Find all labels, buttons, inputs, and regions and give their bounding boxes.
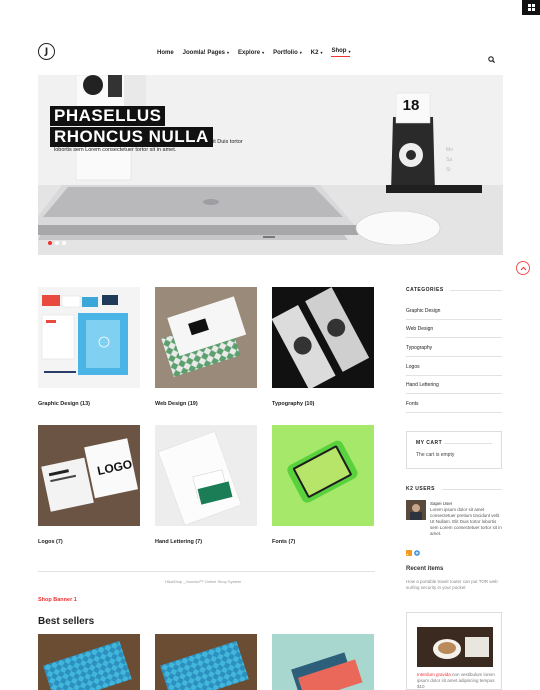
cart-status: The cart is empty xyxy=(416,452,455,458)
main-nav: Home Joomla! Pages ▾ Explore ▾ Portfolio ▾ … xyxy=(157,48,351,57)
sidebar-category-hand-lettering[interactable]: Hand Lettering xyxy=(406,382,439,388)
fonts-image xyxy=(272,425,374,526)
search-icon xyxy=(488,56,496,64)
sidebar-category-typography[interactable]: Typography xyxy=(406,345,432,351)
grid-menu-button[interactable] xyxy=(522,0,540,15)
best-sellers-heading: Best sellers xyxy=(38,616,95,627)
avatar[interactable] xyxy=(406,500,426,520)
logos-image: LOGO xyxy=(38,425,140,526)
product-thumb[interactable] xyxy=(272,634,374,690)
rss-icon[interactable] xyxy=(406,550,412,556)
category-label[interactable]: Hand Lettering (7) xyxy=(155,539,257,545)
nav-item-joomla-pages[interactable]: Joomla! Pages ▾ xyxy=(183,48,229,57)
cart-title: MY CART xyxy=(416,440,443,446)
product-thumb[interactable] xyxy=(38,634,140,690)
nav-item-k2[interactable]: K2 ▾ xyxy=(311,48,323,57)
chevron-up-icon xyxy=(520,266,526,270)
recent-item-link[interactable]: How a portable travel router can put TOR… xyxy=(406,579,502,591)
product-thumb[interactable] xyxy=(155,634,257,690)
cart-widget: MY CART The cart is empty xyxy=(406,431,502,469)
graphic-design-image xyxy=(38,287,140,388)
svg-text:Mo: Mo xyxy=(446,147,453,153)
hero-title-line2: RHONCUS NULLA xyxy=(50,127,213,147)
divider xyxy=(38,571,375,572)
chevron-down-icon: ▾ xyxy=(299,50,302,55)
slider-dot-3[interactable] xyxy=(62,241,66,245)
user-bio: Lorem ipsum dolor sit amet consectetuer … xyxy=(430,507,502,536)
nav-item-portfolio[interactable]: Portfolio ▾ xyxy=(273,48,302,57)
recent-items-title: Recent items xyxy=(406,566,444,572)
hero-subtitle-tail: it Duis tortor xyxy=(213,139,243,145)
hero-title-line1: PHASELLUS xyxy=(50,106,166,126)
typography-image xyxy=(272,287,374,388)
category-card-typography[interactable]: Typography (10) xyxy=(272,287,374,407)
chevron-down-icon: ▾ xyxy=(348,48,351,54)
category-label[interactable]: Web Design (19) xyxy=(155,401,257,407)
chevron-down-icon: ▾ xyxy=(227,50,230,55)
divider xyxy=(406,375,502,376)
slider-dot-1[interactable] xyxy=(48,241,52,245)
shop-banner-link[interactable]: Shop Banner 1 xyxy=(38,597,77,603)
category-card-web-design[interactable]: Web Design (19) xyxy=(155,287,257,407)
site-logo[interactable]: J xyxy=(38,43,55,60)
divider xyxy=(406,356,502,357)
search-button[interactable] xyxy=(488,50,496,68)
category-label[interactable]: Graphic Design (13) xyxy=(38,401,140,407)
categories-title: CATEGORIES xyxy=(406,287,444,293)
slider-dots xyxy=(48,241,66,245)
sidebar-category-logos[interactable]: Logos xyxy=(406,364,420,370)
hand-lettering-image xyxy=(155,425,257,526)
hero-image: Mo Sa Si xyxy=(38,75,503,255)
divider xyxy=(450,290,502,291)
nav-item-explore[interactable]: Explore ▾ xyxy=(238,48,264,57)
divider xyxy=(406,337,502,338)
featured-item[interactable]: Interdum gravida non vestibulum lorem ip… xyxy=(406,612,502,690)
calendar-number: 18 xyxy=(402,97,420,114)
divider xyxy=(406,393,502,394)
category-card-logos[interactable]: LOGO Logos (7) xyxy=(38,425,140,545)
svg-text:Sa: Sa xyxy=(446,157,452,163)
scroll-top-button[interactable] xyxy=(516,261,530,275)
category-label[interactable]: Fonts (7) xyxy=(272,539,374,545)
category-card-hand-lettering[interactable]: Hand Lettering (7) xyxy=(155,425,257,545)
svg-text:Si: Si xyxy=(446,167,450,173)
nav-item-home[interactable]: Home xyxy=(157,48,174,57)
divider xyxy=(406,319,502,320)
category-card-graphic-design[interactable]: Graphic Design (13) xyxy=(38,287,140,407)
user-links xyxy=(406,550,420,556)
divider xyxy=(442,489,502,490)
web-design-image xyxy=(155,287,257,388)
web-icon[interactable] xyxy=(414,550,420,556)
divider xyxy=(406,412,502,413)
sidebar-category-fonts[interactable]: Fonts xyxy=(406,401,419,407)
slider-dot-2[interactable] xyxy=(55,241,59,245)
category-label[interactable]: Typography (10) xyxy=(272,401,374,407)
nav-item-shop[interactable]: Shop ▾ xyxy=(331,48,351,57)
category-card-fonts[interactable]: Fonts (7) xyxy=(272,425,374,545)
sidebar-category-graphic-design[interactable]: Graphic Design xyxy=(406,308,440,314)
hero-slider[interactable]: Mo Sa Si 18 xyxy=(38,75,503,255)
user-block: Sapei User Lorem ipsum dolor sit amet co… xyxy=(430,501,502,537)
divider xyxy=(444,443,492,444)
hero-title: PHASELLUS RHONCUS NULLA xyxy=(50,106,213,148)
k2-users-title: K2 USERS xyxy=(406,486,436,492)
sidebar-category-web-design[interactable]: Web Design xyxy=(406,326,433,332)
grid-menu-icon xyxy=(527,4,535,11)
chevron-down-icon: ▾ xyxy=(320,50,323,55)
featured-item-image xyxy=(417,627,493,667)
footer-credit[interactable]: HikaShop _Joomla!™ Online Shop System xyxy=(165,579,241,584)
category-label[interactable]: Logos (7) xyxy=(38,539,140,545)
chevron-down-icon: ▾ xyxy=(262,50,265,55)
featured-item-title[interactable]: Interdum gravida xyxy=(417,672,451,677)
hero-subtitle: lobortis sem Lorem consectetuer tortor s… xyxy=(54,147,177,153)
featured-item-text: Interdum gravida non vestibulum lorem ip… xyxy=(417,672,499,689)
